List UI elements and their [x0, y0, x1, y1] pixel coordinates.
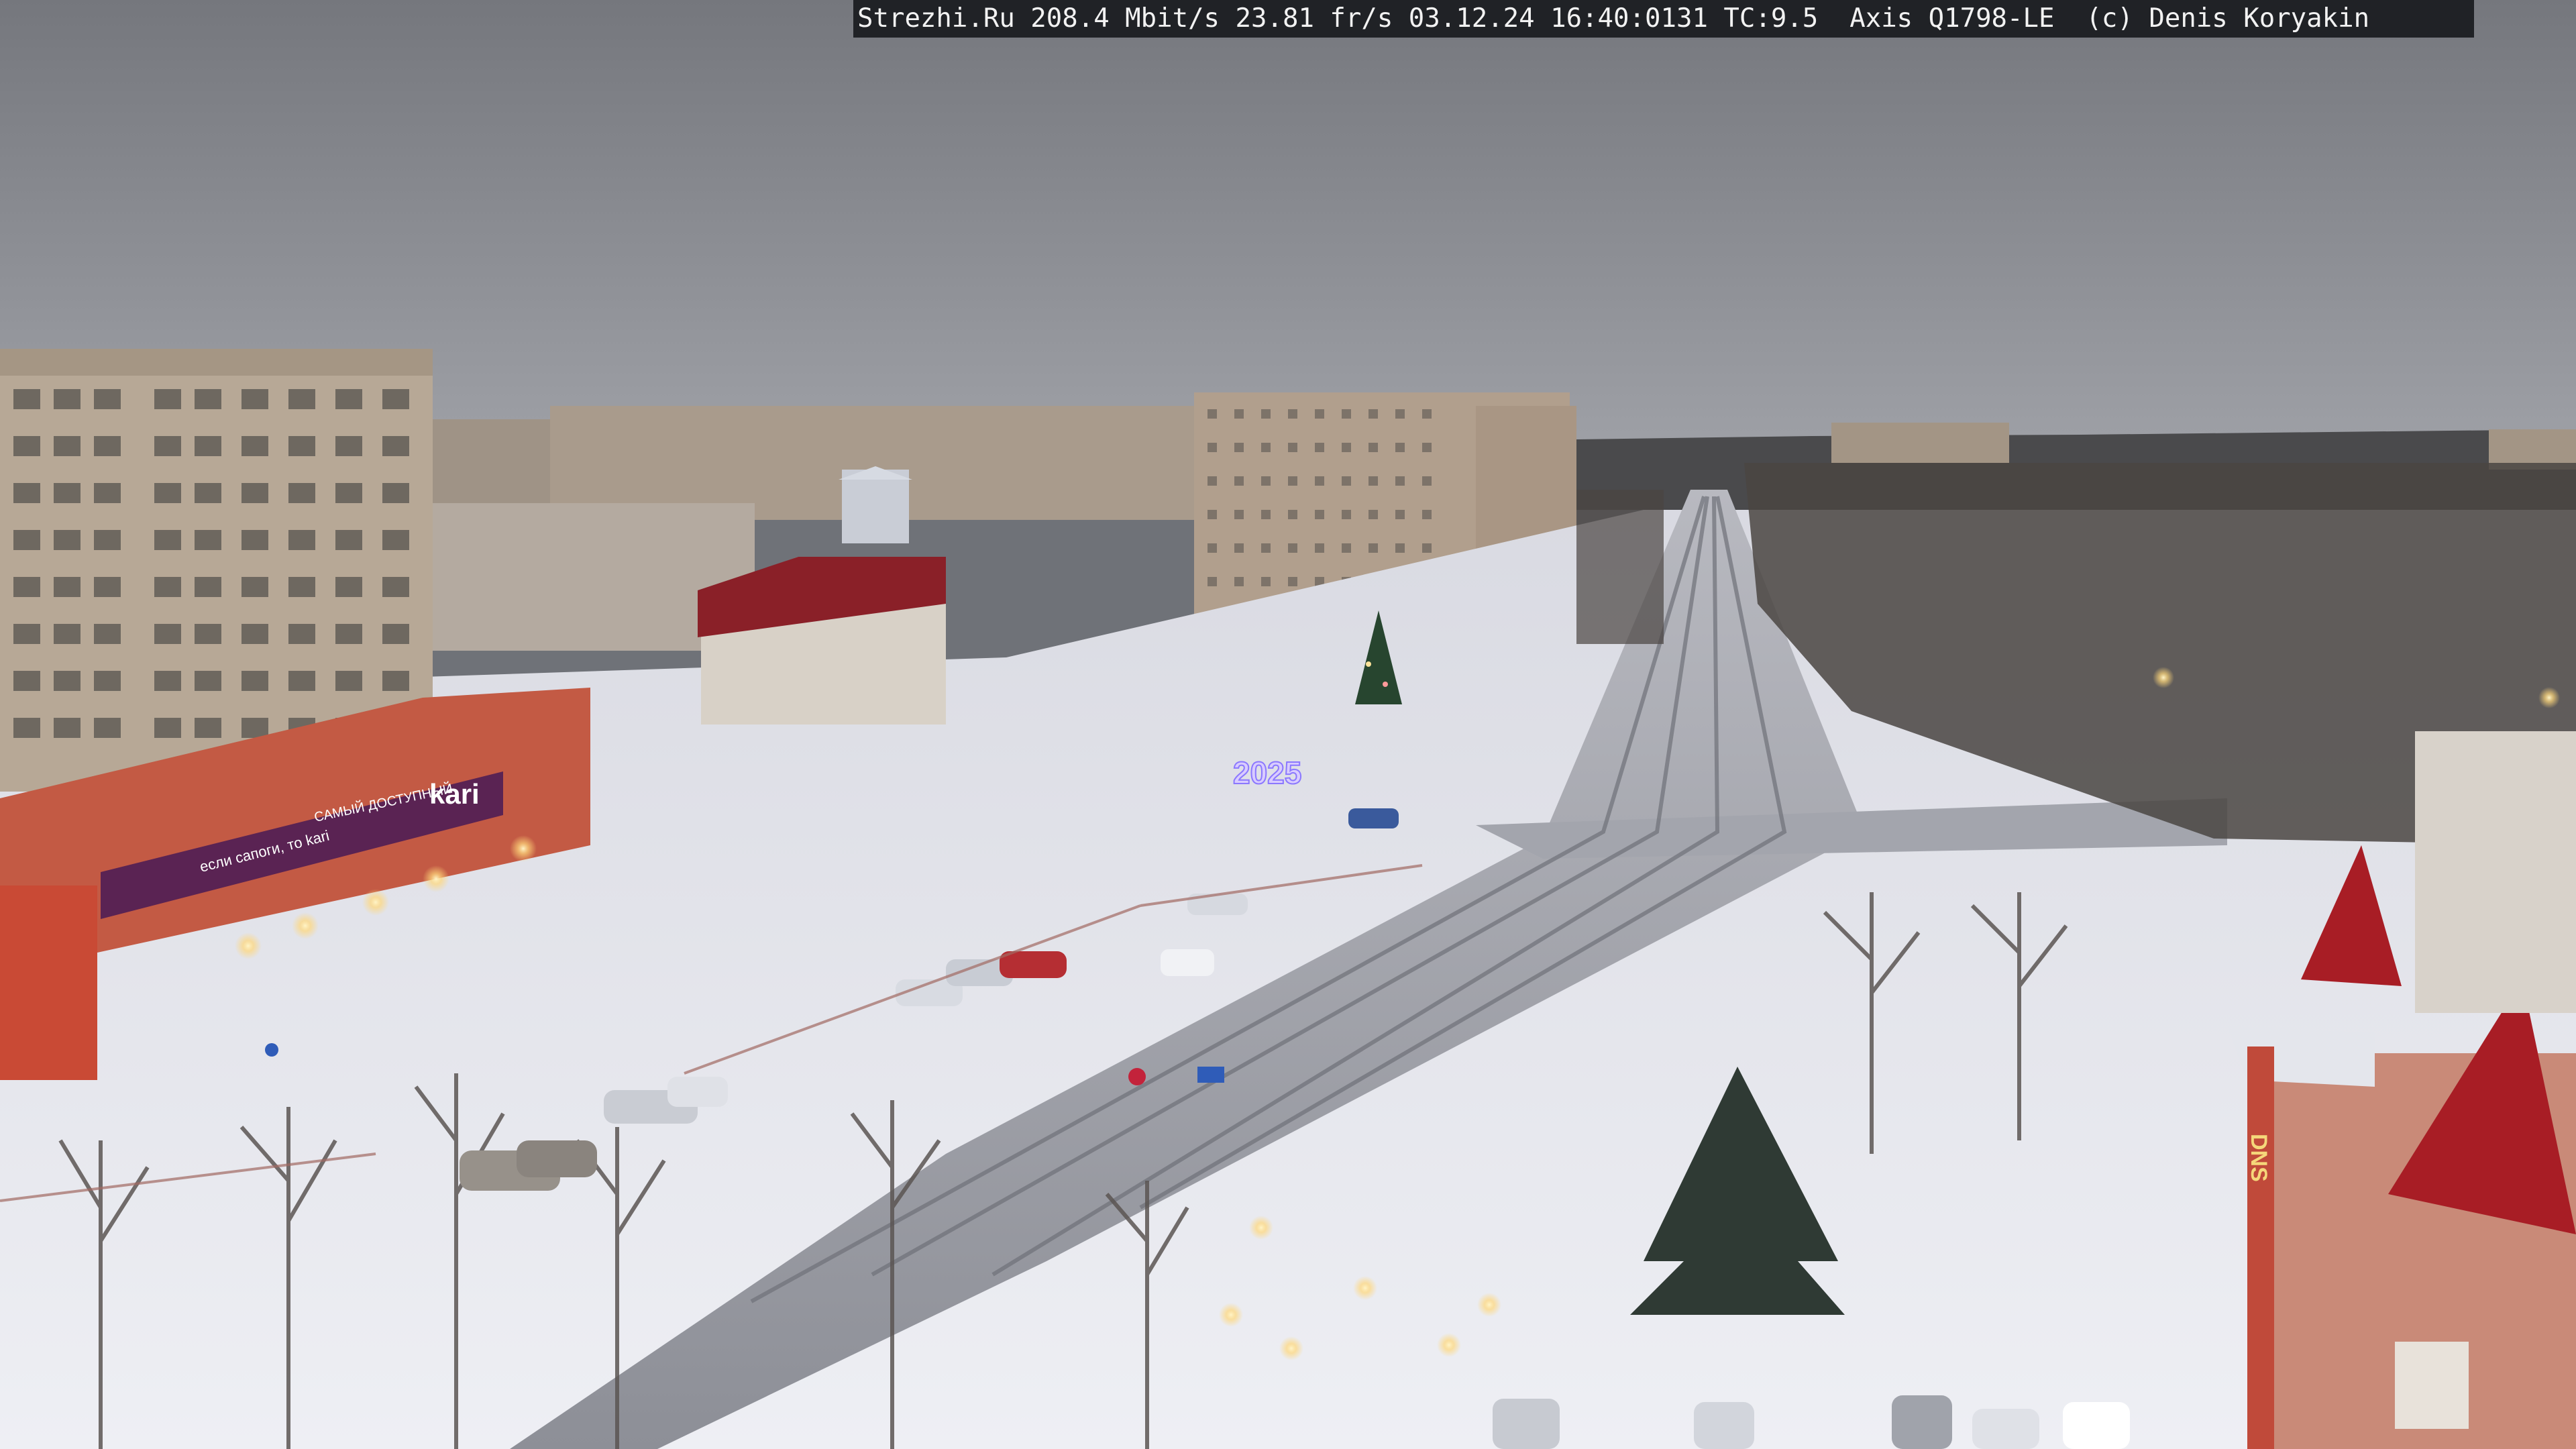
red-side-facade [0, 885, 97, 1080]
dns-store-sign: DNS [2246, 1134, 2271, 1182]
new-year-2025-display: 2025 [1233, 755, 1301, 790]
webcam-scene: kari САМЫЙ ДОСТУПНЫЙ если сапоги, то kar… [0, 0, 2576, 1449]
camera-info-overlay: Strezhi.Ru 208.4 Mbit/s 23.81 fr/s 03.12… [853, 0, 2474, 38]
